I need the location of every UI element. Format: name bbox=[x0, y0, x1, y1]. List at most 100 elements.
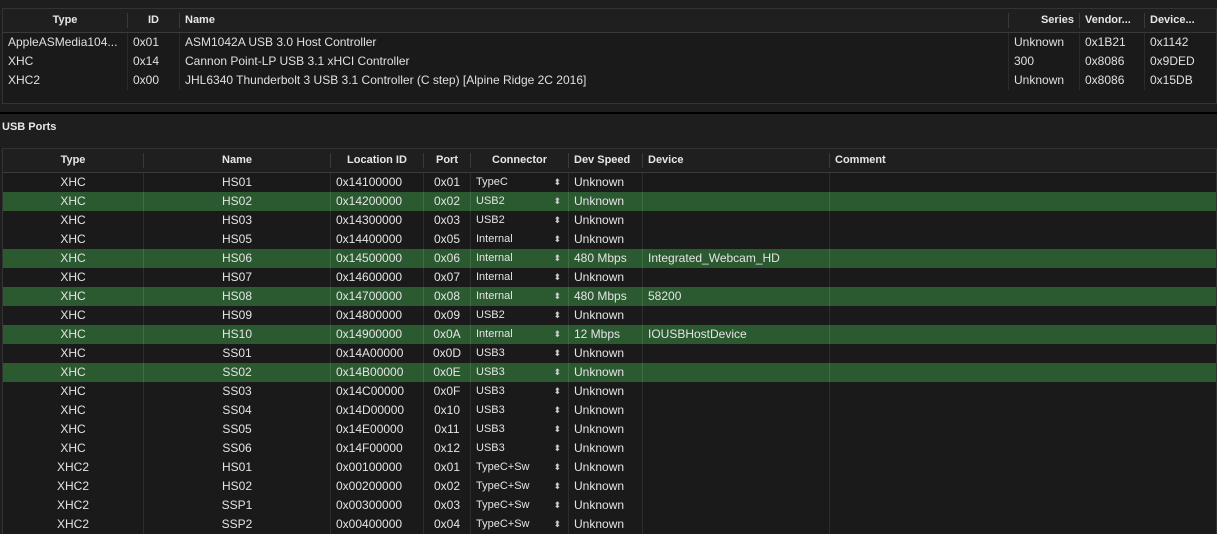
chevron-updown-icon[interactable]: ⬍ bbox=[553, 192, 561, 211]
port-connector-cell[interactable]: TypeC+Sw ⬍ bbox=[471, 515, 569, 534]
chevron-updown-icon[interactable]: ⬍ bbox=[553, 173, 561, 192]
port-comment-cell[interactable] bbox=[830, 249, 1216, 268]
chevron-updown-icon[interactable]: ⬍ bbox=[553, 439, 561, 458]
col-connector-header[interactable]: Connector bbox=[471, 153, 569, 168]
port-comment-cell[interactable] bbox=[830, 230, 1216, 249]
port-row[interactable]: XHC HS01 0x14100000 0x01 TypeC ⬍ Unknown bbox=[3, 173, 1216, 192]
col-vendor-header[interactable]: Vendor... bbox=[1080, 13, 1145, 28]
port-comment-cell[interactable] bbox=[830, 496, 1216, 515]
col-port-header[interactable]: Port bbox=[424, 153, 471, 168]
col-comment-header[interactable]: Comment bbox=[830, 153, 1216, 168]
chevron-updown-icon[interactable]: ⬍ bbox=[553, 230, 561, 249]
port-row[interactable]: XHC SS01 0x14A00000 0x0D USB3 ⬍ Unknown bbox=[3, 344, 1216, 363]
port-connector-cell[interactable]: USB3 ⬍ bbox=[471, 401, 569, 420]
port-row[interactable]: XHC2 HS02 0x00200000 0x02 TypeC+Sw ⬍ Unknown bbox=[3, 477, 1216, 496]
port-comment-cell[interactable] bbox=[830, 515, 1216, 534]
port-connector-cell[interactable]: Internal ⬍ bbox=[471, 287, 569, 306]
col-name-header[interactable]: Name bbox=[180, 13, 1009, 28]
chevron-updown-icon[interactable]: ⬍ bbox=[553, 268, 561, 287]
chevron-updown-icon[interactable]: ⬍ bbox=[553, 325, 561, 344]
port-row[interactable]: XHC2 SSP2 0x00400000 0x04 TypeC+Sw ⬍ Unknown bbox=[3, 515, 1216, 534]
port-connector-cell[interactable]: Internal ⬍ bbox=[471, 325, 569, 344]
chevron-updown-icon[interactable]: ⬍ bbox=[553, 306, 561, 325]
col-type-header[interactable]: Type bbox=[3, 13, 128, 28]
port-connector-cell[interactable]: TypeC+Sw ⬍ bbox=[471, 477, 569, 496]
port-row[interactable]: XHC HS03 0x14300000 0x03 USB2 ⬍ Unknown bbox=[3, 211, 1216, 230]
port-row[interactable]: XHC HS02 0x14200000 0x02 USB2 ⬍ Unknown bbox=[3, 192, 1216, 211]
port-row[interactable]: XHC HS07 0x14600000 0x07 Internal ⬍ Unknown bbox=[3, 268, 1216, 287]
port-connector-cell[interactable]: Internal ⬍ bbox=[471, 249, 569, 268]
controller-series-cell: Unknown bbox=[1009, 71, 1080, 90]
port-comment-cell[interactable] bbox=[830, 325, 1216, 344]
port-row[interactable]: XHC HS06 0x14500000 0x06 Internal ⬍ 480 Mbps In… bbox=[3, 249, 1216, 268]
port-device-cell bbox=[643, 192, 830, 211]
chevron-updown-icon[interactable]: ⬍ bbox=[553, 382, 561, 401]
chevron-updown-icon[interactable]: ⬍ bbox=[553, 287, 561, 306]
col-series-header[interactable]: Series bbox=[1009, 13, 1080, 28]
chevron-updown-icon[interactable]: ⬍ bbox=[553, 496, 561, 515]
port-connector-cell[interactable]: Internal ⬍ bbox=[471, 230, 569, 249]
chevron-updown-icon[interactable]: ⬍ bbox=[553, 477, 561, 496]
port-comment-cell[interactable] bbox=[830, 211, 1216, 230]
controller-row[interactable]: XHC 0x14 Cannon Point-LP USB 3.1 xHCI Cont… bbox=[3, 52, 1216, 71]
port-comment-cell[interactable] bbox=[830, 439, 1216, 458]
port-comment-cell[interactable] bbox=[830, 420, 1216, 439]
port-connector-cell[interactable]: Internal ⬍ bbox=[471, 268, 569, 287]
port-comment-cell[interactable] bbox=[830, 173, 1216, 192]
port-connector-cell[interactable]: USB3 ⬍ bbox=[471, 382, 569, 401]
chevron-updown-icon[interactable]: ⬍ bbox=[553, 515, 561, 534]
port-row[interactable]: XHC SS06 0x14F00000 0x12 USB3 ⬍ Unknown bbox=[3, 439, 1216, 458]
port-connector-cell[interactable]: USB2 ⬍ bbox=[471, 211, 569, 230]
port-connector-cell[interactable]: TypeC ⬍ bbox=[471, 173, 569, 192]
port-comment-cell[interactable] bbox=[830, 477, 1216, 496]
port-row[interactable]: XHC HS10 0x14900000 0x0A Internal ⬍ 12 Mbps IOU… bbox=[3, 325, 1216, 344]
col-type-header[interactable]: Type bbox=[3, 153, 144, 168]
port-comment-cell[interactable] bbox=[830, 382, 1216, 401]
port-comment-cell[interactable] bbox=[830, 401, 1216, 420]
port-comment-cell[interactable] bbox=[830, 458, 1216, 477]
chevron-updown-icon[interactable]: ⬍ bbox=[553, 363, 561, 382]
chevron-updown-icon[interactable]: ⬍ bbox=[553, 401, 561, 420]
port-connector-cell[interactable]: USB2 ⬍ bbox=[471, 306, 569, 325]
chevron-updown-icon[interactable]: ⬍ bbox=[553, 249, 561, 268]
port-comment-cell[interactable] bbox=[830, 306, 1216, 325]
port-speed-cell: Unknown bbox=[569, 401, 643, 420]
chevron-updown-icon[interactable]: ⬍ bbox=[553, 420, 561, 439]
port-connector-cell[interactable]: USB3 ⬍ bbox=[471, 363, 569, 382]
port-connector-cell[interactable]: USB2 ⬍ bbox=[471, 192, 569, 211]
port-row[interactable]: XHC2 HS01 0x00100000 0x01 TypeC+Sw ⬍ Unknown bbox=[3, 458, 1216, 477]
col-name-header[interactable]: Name bbox=[144, 153, 331, 168]
port-row[interactable]: XHC SS03 0x14C00000 0x0F USB3 ⬍ Unknown bbox=[3, 382, 1216, 401]
port-speed-cell: Unknown bbox=[569, 458, 643, 477]
port-comment-cell[interactable] bbox=[830, 192, 1216, 211]
port-connector-cell[interactable]: USB3 ⬍ bbox=[471, 344, 569, 363]
port-comment-cell[interactable] bbox=[830, 363, 1216, 382]
port-row[interactable]: XHC HS08 0x14700000 0x08 Internal ⬍ 480 Mbps 58… bbox=[3, 287, 1216, 306]
col-device-header[interactable]: Device bbox=[643, 153, 830, 168]
chevron-updown-icon[interactable]: ⬍ bbox=[553, 344, 561, 363]
split-divider[interactable] bbox=[0, 112, 1217, 114]
col-device-header[interactable]: Device... bbox=[1145, 13, 1214, 28]
port-connector-cell[interactable]: USB3 ⬍ bbox=[471, 439, 569, 458]
controller-row[interactable]: AppleASMedia104... 0x01 ASM1042A USB 3.0 H… bbox=[3, 33, 1216, 52]
col-id-header[interactable]: ID bbox=[128, 13, 180, 28]
chevron-updown-icon[interactable]: ⬍ bbox=[553, 458, 561, 477]
chevron-updown-icon[interactable]: ⬍ bbox=[553, 211, 561, 230]
port-connector-cell[interactable]: TypeC+Sw ⬍ bbox=[471, 496, 569, 515]
port-row[interactable]: XHC SS04 0x14D00000 0x10 USB3 ⬍ Unknown bbox=[3, 401, 1216, 420]
port-comment-cell[interactable] bbox=[830, 268, 1216, 287]
port-comment-cell[interactable] bbox=[830, 287, 1216, 306]
col-speed-header[interactable]: Dev Speed bbox=[569, 153, 643, 168]
port-row[interactable]: XHC SS05 0x14E00000 0x11 USB3 ⬍ Unknown bbox=[3, 420, 1216, 439]
port-row[interactable]: XHC SS02 0x14B00000 0x0E USB3 ⬍ Unknown bbox=[3, 363, 1216, 382]
port-type-cell: XHC2 bbox=[3, 496, 144, 515]
port-row[interactable]: XHC HS09 0x14800000 0x09 USB2 ⬍ Unknown bbox=[3, 306, 1216, 325]
col-location-header[interactable]: Location ID bbox=[331, 153, 424, 168]
port-row[interactable]: XHC HS05 0x14400000 0x05 Internal ⬍ Unknown bbox=[3, 230, 1216, 249]
port-comment-cell[interactable] bbox=[830, 344, 1216, 363]
port-connector-cell[interactable]: TypeC+Sw ⬍ bbox=[471, 458, 569, 477]
port-connector-cell[interactable]: USB3 ⬍ bbox=[471, 420, 569, 439]
port-row[interactable]: XHC2 SSP1 0x00300000 0x03 TypeC+Sw ⬍ Unknown bbox=[3, 496, 1216, 515]
port-device-cell bbox=[643, 458, 830, 477]
controller-row[interactable]: XHC2 0x00 JHL6340 Thunderbolt 3 USB 3.1 Co… bbox=[3, 71, 1216, 90]
